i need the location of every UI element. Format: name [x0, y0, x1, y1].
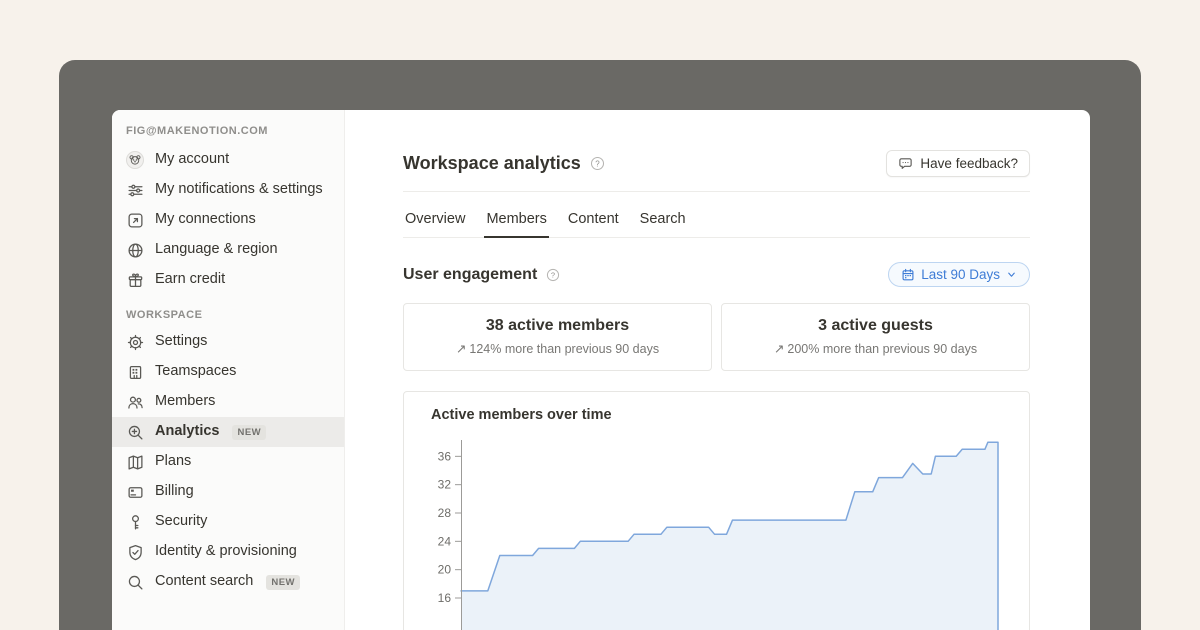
speech-bubble-icon: [898, 156, 913, 171]
globe-icon: [126, 241, 144, 259]
account-email-label: FIG@MAKENOTION.COM: [112, 123, 344, 145]
gift-icon: [126, 271, 144, 289]
help-icon[interactable]: ?: [546, 268, 560, 282]
page-title: Workspace analytics: [403, 153, 581, 174]
koala-avatar: [126, 151, 144, 169]
svg-text:32: 32: [438, 478, 452, 492]
help-icon[interactable]: ?: [590, 156, 605, 171]
sidebar-item-label: Identity & provisioning: [155, 542, 297, 562]
stat-value: 3 active guests: [732, 317, 1019, 335]
sidebar-item-earn-credit[interactable]: Earn credit: [112, 265, 344, 295]
sidebar-item-label: Security: [155, 512, 207, 532]
workspace-section-label: WORKSPACE: [112, 295, 344, 327]
credit-card-icon: [126, 483, 144, 501]
sidebar-item-identity-provisioning[interactable]: Identity & provisioning: [112, 537, 344, 567]
sidebar-item-language-region[interactable]: Language & region: [112, 235, 344, 265]
sidebar-item-my-account[interactable]: My account: [112, 145, 344, 175]
svg-text:24: 24: [438, 534, 452, 548]
map-icon: [126, 453, 144, 471]
key-icon: [126, 513, 144, 531]
stat-delta: ↗124% more than previous 90 days: [414, 341, 701, 356]
sidebar-item-billing[interactable]: Billing: [112, 477, 344, 507]
header-divider: [403, 191, 1030, 192]
active-members-stat-card: 38 active members ↗124% more than previo…: [403, 303, 712, 371]
svg-text:28: 28: [438, 506, 452, 520]
sidebar-item-my-connections[interactable]: My connections: [112, 205, 344, 235]
gear-icon: [126, 333, 144, 351]
sidebar-item-my-notifications-settings[interactable]: My notifications & settings: [112, 175, 344, 205]
date-range-button[interactable]: Last 90 Days: [888, 262, 1030, 287]
sliders-icon: [126, 181, 144, 199]
sidebar-item-content-search[interactable]: Content search NEW: [112, 567, 344, 597]
svg-text:?: ?: [551, 270, 555, 279]
have-feedback-button[interactable]: Have feedback?: [886, 150, 1030, 177]
chart-title: Active members over time: [431, 407, 1029, 423]
sidebar-item-security[interactable]: Security: [112, 507, 344, 537]
active-guests-stat-card: 3 active guests ↗200% more than previous…: [721, 303, 1030, 371]
tab-overview[interactable]: Overview: [403, 206, 467, 238]
sidebar-item-settings[interactable]: Settings: [112, 327, 344, 357]
svg-text:16: 16: [438, 591, 452, 605]
sidebar-item-label: Teamspaces: [155, 362, 236, 382]
settings-panel: FIG@MAKENOTION.COM My account My notific…: [112, 110, 1090, 630]
have-feedback-label: Have feedback?: [920, 156, 1018, 171]
tab-content[interactable]: Content: [566, 206, 621, 238]
svg-text:20: 20: [438, 563, 452, 577]
arrow-up-right-box-icon: [126, 211, 144, 229]
tab-members[interactable]: Members: [484, 206, 548, 238]
sidebar-item-label: Earn credit: [155, 270, 225, 290]
stat-value: 38 active members: [414, 317, 701, 335]
sidebar-item-label: My notifications & settings: [155, 180, 323, 200]
sidebar-item-label: Plans: [155, 452, 191, 472]
new-badge: NEW: [266, 575, 300, 590]
date-range-label: Last 90 Days: [921, 267, 1000, 282]
settings-sidebar: FIG@MAKENOTION.COM My account My notific…: [112, 110, 345, 630]
sidebar-item-analytics[interactable]: Analytics NEW: [112, 417, 344, 447]
svg-text:?: ?: [595, 159, 600, 168]
sidebar-item-label: Analytics: [155, 422, 219, 442]
sidebar-item-label: My connections: [155, 210, 256, 230]
sidebar-item-label: Settings: [155, 332, 207, 352]
trend-up-icon: ↗: [774, 341, 784, 356]
sidebar-item-label: Members: [155, 392, 215, 412]
sidebar-item-label: Billing: [155, 482, 194, 502]
chevron-down-icon: [1006, 269, 1017, 280]
magnifier-plus-icon: [126, 423, 144, 441]
people-icon: [126, 393, 144, 411]
trend-up-icon: ↗: [456, 341, 466, 356]
sidebar-item-members[interactable]: Members: [112, 387, 344, 417]
stat-delta: ↗200% more than previous 90 days: [732, 341, 1019, 356]
sidebar-item-label: Language & region: [155, 240, 278, 260]
section-title: User engagement: [403, 266, 537, 284]
new-badge: NEW: [232, 425, 266, 440]
sidebar-item-teamspaces[interactable]: Teamspaces: [112, 357, 344, 387]
sidebar-item-label: My account: [155, 150, 229, 170]
building-icon: [126, 363, 144, 381]
shield-check-icon: [126, 543, 144, 561]
svg-text:36: 36: [438, 449, 452, 463]
calendar-icon: [901, 268, 915, 282]
active-members-chart-card: Active members over time 16 20 24 28 32 36: [403, 391, 1030, 630]
analytics-main: Workspace analytics ? Have feedback? Ove…: [345, 110, 1090, 630]
sidebar-item-label: Content search: [155, 572, 253, 592]
analytics-tabs: Overview Members Content Search: [403, 206, 1030, 238]
sidebar-item-plans[interactable]: Plans: [112, 447, 344, 477]
magnifier-icon: [126, 573, 144, 591]
members-chart: 16 20 24 28 32 36: [404, 428, 1029, 630]
tab-search[interactable]: Search: [638, 206, 688, 238]
